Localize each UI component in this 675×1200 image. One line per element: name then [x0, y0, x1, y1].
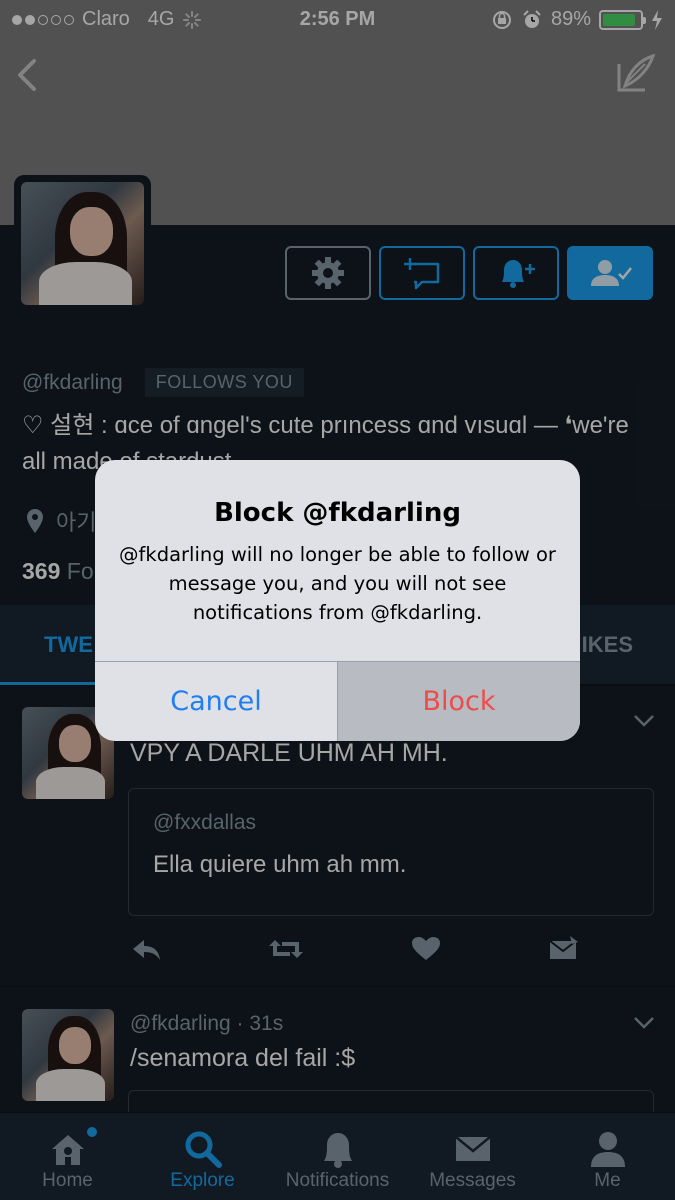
cancel-button[interactable]: Cancel: [95, 662, 337, 741]
block-confirm-dialog: Block @fkdarling @fkdarling will no long…: [95, 460, 580, 741]
block-button[interactable]: Block: [338, 662, 580, 741]
dialog-message: @fkdarling will no longer be able to fol…: [119, 543, 556, 624]
dialog-title: Block @fkdarling: [214, 498, 461, 528]
